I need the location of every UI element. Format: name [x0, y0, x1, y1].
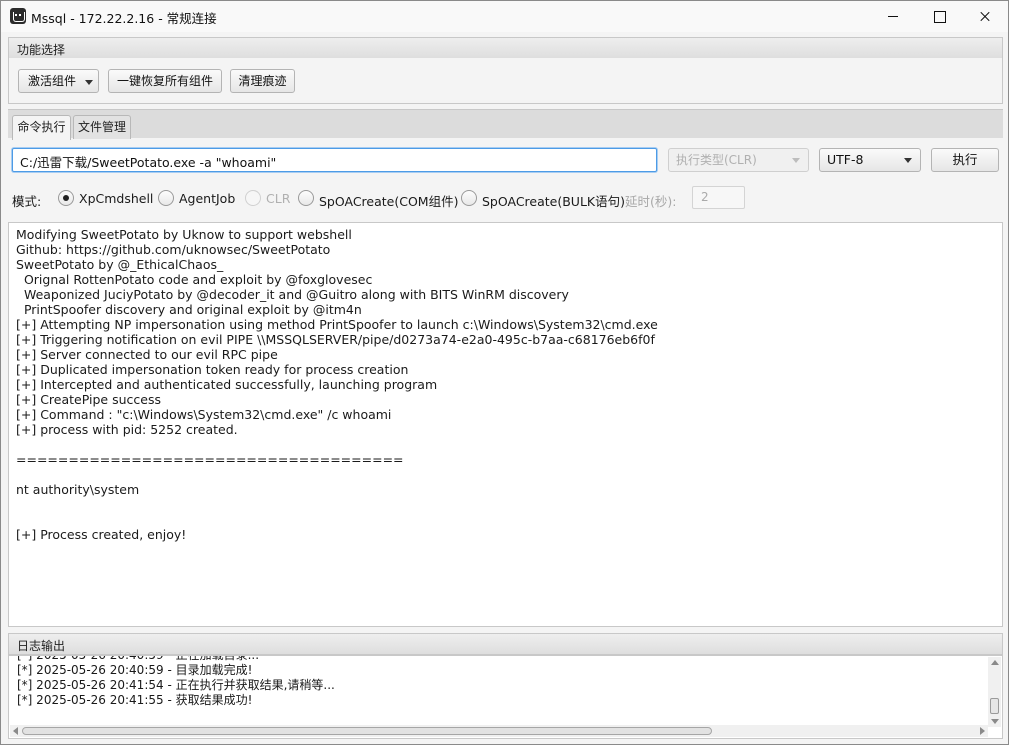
encoding-value: UTF-8 — [827, 152, 864, 167]
log-line: [*] 2025-05-26 20:41:54 - 正在执行并获取结果,请稍等.… — [17, 678, 335, 692]
mode-option-label: CLR — [266, 191, 291, 206]
log-panel-header: 日志输出 — [8, 633, 1003, 655]
mode-label: 模式: — [12, 194, 42, 209]
log-line: [*] 2025-05-26 20:40:59 - 目录加载完成! — [17, 663, 253, 677]
app-logo-icon — [10, 8, 26, 24]
encoding-select[interactable]: UTF-8 — [819, 148, 921, 172]
title-bar[interactable]: Mssql - 172.22.2.16 - 常规连接 — [1, 1, 1008, 32]
output-line: [+] Intercepted and authenticated succes… — [16, 377, 438, 392]
radio-unchecked-icon — [298, 190, 314, 206]
output-line: Modifying SweetPotato by Uknow to suppor… — [16, 227, 352, 242]
exec-type-select: 执行类型(CLR) — [668, 148, 809, 172]
output-line: nt authority\system — [16, 482, 140, 497]
output-line: [+] Triggering notification on evil PIPE… — [16, 332, 655, 347]
scroll-right-icon[interactable] — [980, 727, 985, 735]
window-title: Mssql - 172.22.2.16 - 常规连接 — [31, 11, 217, 26]
radio-unchecked-icon — [461, 190, 477, 206]
output-line: Orignal RottenPotato code and exploit by… — [16, 272, 373, 287]
output-line: Weaponized JuciyPotato by @decoder_it an… — [16, 287, 569, 302]
restore-all-components-button[interactable]: 一键恢复所有组件 — [108, 69, 222, 93]
output-line: SweetPotato by @_EthicalChaos_ — [16, 257, 224, 272]
tab-file-management[interactable]: 文件管理 — [73, 115, 131, 139]
mode-option-label: XpCmdshell — [79, 191, 154, 206]
app-window: Mssql - 172.22.2.16 - 常规连接 功能选择 激活组件 一键恢… — [0, 0, 1009, 745]
radio-disabled-icon — [245, 190, 261, 206]
activate-component-label: 激活组件 — [28, 74, 77, 88]
tab-bar: 命令执行 文件管理 — [8, 109, 1003, 140]
mode-option-label: SpOACreate(BULK语句) — [482, 194, 625, 209]
activate-component-button[interactable]: 激活组件 — [18, 69, 99, 93]
minimize-icon[interactable] — [870, 1, 916, 32]
clean-traces-button[interactable]: 清理痕迹 — [230, 69, 295, 93]
delay-label: 延时(秒): — [625, 194, 677, 209]
function-panel: 激活组件 一键恢复所有组件 清理痕迹 — [8, 58, 1003, 104]
output-line: [+] CreatePipe success — [16, 392, 161, 407]
output-line: [+] Server connected to our evil RPC pip… — [16, 347, 278, 362]
scroll-thumb[interactable] — [990, 698, 999, 714]
tab-command-execution[interactable]: 命令执行 — [12, 115, 71, 140]
output-line: [+] Process created, enjoy! — [16, 527, 187, 542]
output-line: [+] process with pid: 5252 created. — [16, 422, 238, 437]
radio-unchecked-icon — [158, 190, 174, 206]
mode-option-label: AgentJob — [179, 191, 236, 206]
log-output[interactable]: [*] 2025-05-26 20:40:59 - 正在加载目录... [*] 2… — [8, 655, 1003, 739]
radio-checked-icon — [58, 190, 74, 206]
log-line: [*] 2025-05-26 20:41:55 - 获取结果成功! — [17, 693, 253, 707]
output-line: [+] Duplicated impersonation token ready… — [16, 362, 409, 377]
output-line: ===================================== — [16, 452, 404, 467]
output-line: PrintSpoofer discovery and original expl… — [16, 302, 362, 317]
vertical-scrollbar[interactable] — [988, 657, 1001, 727]
output-line: [+] Command : "c:\Windows\System32\cmd.e… — [16, 407, 392, 422]
chevron-down-icon — [85, 80, 93, 85]
scroll-down-icon[interactable] — [991, 719, 999, 724]
horizontal-scrollbar[interactable] — [10, 725, 988, 737]
log-line: [*] 2025-05-26 20:40:59 - 正在加载目录... — [17, 655, 260, 662]
command-output[interactable]: Modifying SweetPotato by Uknow to suppor… — [8, 222, 1003, 627]
mode-option-label: SpOACreate(COM组件) — [319, 194, 459, 209]
command-input[interactable]: C:/迅雷下载/SweetPotato.exe -a "whoami" — [12, 148, 657, 172]
close-icon[interactable] — [962, 1, 1008, 32]
execute-button[interactable]: 执行 — [931, 148, 999, 172]
chevron-down-icon — [792, 158, 800, 163]
exec-type-value: 执行类型(CLR) — [676, 153, 757, 167]
output-line: Github: https://github.com/uknowsec/Swee… — [16, 242, 331, 257]
scroll-left-icon[interactable] — [13, 727, 18, 735]
maximize-icon[interactable] — [916, 1, 962, 32]
output-line: [+] Attempting NP impersonation using me… — [16, 317, 658, 332]
output-lines: Modifying SweetPotato by Uknow to suppor… — [16, 227, 1002, 542]
delay-input: 2 — [692, 186, 745, 209]
log-lines: [*] 2025-05-26 20:40:59 - 正在加载目录... [*] 2… — [17, 655, 335, 708]
scroll-thumb[interactable] — [22, 727, 712, 735]
function-panel-header: 功能选择 — [8, 37, 1003, 59]
scroll-up-icon[interactable] — [991, 660, 999, 665]
chevron-down-icon — [904, 158, 912, 163]
